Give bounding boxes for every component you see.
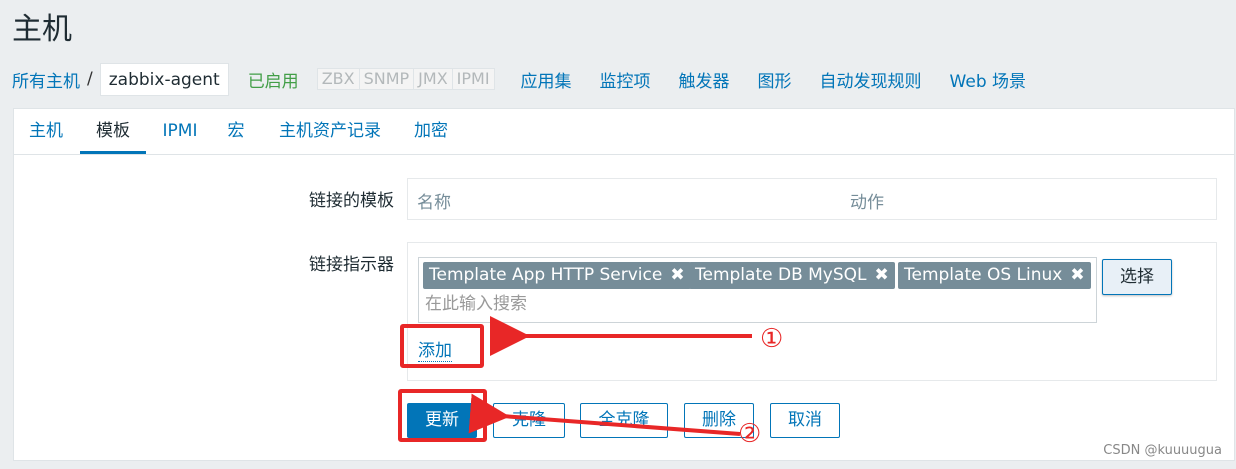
availability-jmx: JMX	[414, 69, 453, 89]
tab-inventory[interactable]: 主机资产记录	[276, 109, 384, 154]
link-indicator-label: 链接指示器	[309, 255, 394, 275]
annotation-step-1: ①	[760, 324, 784, 354]
template-chip: Template OS Linux ✖	[898, 262, 1091, 289]
tab-ipmi[interactable]: IPMI	[161, 109, 199, 154]
availability-ipmi: IPMI	[456, 69, 490, 88]
link-indicator-box: Template App HTTP Service ✖ Template DB M…	[407, 242, 1217, 381]
tab-encryption[interactable]: 加密	[413, 109, 449, 154]
tab-host[interactable]: 主机	[29, 109, 63, 154]
full-clone-button[interactable]: 全克隆	[580, 403, 668, 438]
annotation-box-add	[400, 324, 484, 368]
page-title: 主机	[12, 12, 72, 47]
availability-badges: ZBX SNMP JMX IPMI	[316, 68, 495, 90]
template-chip: Template DB MySQL ✖	[689, 262, 895, 289]
remove-chip-icon[interactable]: ✖	[670, 262, 684, 289]
template-chip-label: Template DB MySQL	[695, 265, 867, 285]
remove-chip-icon[interactable]: ✖	[875, 262, 889, 289]
clone-button[interactable]: 克隆	[493, 403, 565, 438]
tab-macros[interactable]: 宏	[227, 109, 245, 154]
column-action: 动作	[850, 193, 884, 213]
availability-snmp: SNMP	[360, 69, 415, 89]
remove-chip-icon[interactable]: ✖	[1070, 262, 1084, 289]
tab-bar: 主机 模板 IPMI 宏 主机资产记录 加密	[14, 109, 1234, 155]
column-name: 名称	[417, 193, 451, 213]
nav-items[interactable]: 监控项	[600, 67, 651, 92]
nav-discovery-rules[interactable]: 自动发现规则	[820, 67, 922, 92]
availability-zbx: ZBX	[318, 69, 360, 89]
annotation-step-2: ②	[738, 419, 762, 449]
template-chip-label: Template OS Linux	[904, 265, 1063, 285]
nav-applications[interactable]: 应用集	[521, 67, 572, 92]
watermark: CSDN @kuuuugua	[1103, 443, 1222, 458]
nav-web-scenarios[interactable]: Web 场景	[950, 67, 1026, 92]
tab-templates[interactable]: 模板	[80, 109, 146, 154]
breadcrumb-separator: /	[87, 69, 93, 89]
select-templates-button[interactable]: 选择	[1102, 259, 1172, 295]
template-chip-label: Template App HTTP Service	[429, 265, 663, 285]
host-form-panel: 主机 模板 IPMI 宏 主机资产记录 加密 链接的模板 名称 动作 链接指示器…	[13, 108, 1235, 461]
host-status-enabled[interactable]: 已启用	[248, 67, 299, 92]
breadcrumb-current-host: zabbix-agent	[99, 62, 229, 96]
linked-templates-label: 链接的模板	[309, 191, 394, 211]
template-search-input[interactable]	[425, 294, 1025, 314]
host-navigation: 所有主机 / zabbix-agent 已启用 ZBX SNMP JMX IPM…	[12, 56, 1026, 102]
template-chip: Template App HTTP Service ✖	[423, 262, 691, 289]
annotation-box-update	[398, 389, 487, 442]
nav-graphs[interactable]: 图形	[758, 67, 792, 92]
linked-templates-table: 名称 动作	[407, 178, 1217, 220]
breadcrumb-all-hosts[interactable]: 所有主机	[12, 67, 80, 92]
template-multiselect[interactable]: Template App HTTP Service ✖ Template DB M…	[418, 257, 1097, 323]
nav-triggers[interactable]: 触发器	[679, 67, 730, 92]
cancel-button[interactable]: 取消	[770, 403, 840, 438]
